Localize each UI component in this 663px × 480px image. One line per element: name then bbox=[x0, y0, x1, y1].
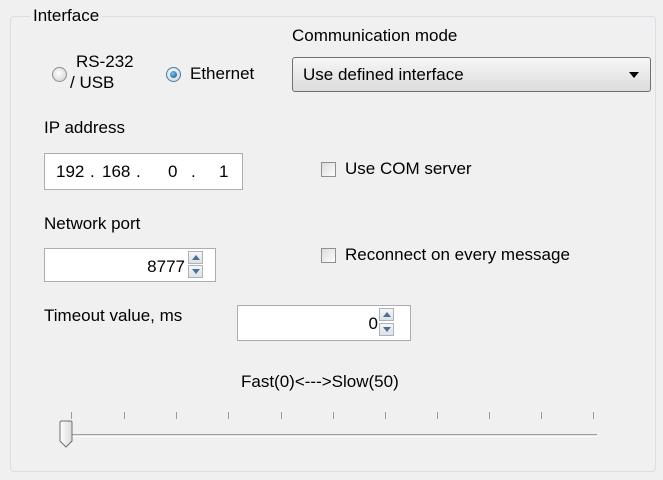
timeout-spin-down[interactable] bbox=[379, 323, 394, 336]
slider-tick bbox=[437, 412, 438, 419]
use-com-server-label: Use COM server bbox=[345, 159, 472, 178]
interface-group-title: Interface bbox=[30, 6, 103, 26]
network-port-input[interactable]: 8777 bbox=[44, 248, 216, 282]
ip-dot-1: . bbox=[90, 162, 95, 181]
communication-mode-dropdown[interactable]: Use defined interface bbox=[292, 57, 651, 92]
ip-address-input[interactable]: 192 . 168 . 0 . 1 bbox=[44, 153, 243, 190]
speed-slider-label: Fast(0)<--->Slow(50) bbox=[241, 372, 399, 391]
slider-tick bbox=[124, 412, 125, 419]
slider-tick bbox=[541, 412, 542, 419]
timeout-value: 0 bbox=[368, 314, 378, 333]
rs232-label-line2: / USB bbox=[70, 73, 115, 92]
spin-down-icon bbox=[383, 327, 391, 332]
use-com-server-checkbox[interactable] bbox=[321, 162, 336, 177]
spin-up-icon bbox=[383, 312, 391, 317]
slider-tick bbox=[593, 412, 594, 419]
timeout-label: Timeout value, ms bbox=[44, 306, 183, 325]
slider-tick bbox=[71, 412, 72, 419]
dropdown-arrow-icon bbox=[629, 72, 639, 78]
timeout-spin-up[interactable] bbox=[379, 308, 394, 321]
ethernet-radio[interactable] bbox=[166, 67, 181, 82]
communication-mode-label: Communication mode bbox=[292, 26, 458, 45]
spin-down-icon bbox=[192, 269, 200, 274]
network-port-spin-down[interactable] bbox=[188, 265, 203, 278]
slider-tick bbox=[489, 412, 490, 419]
reconnect-checkbox[interactable] bbox=[321, 248, 336, 263]
slider-thumb-icon[interactable] bbox=[59, 420, 73, 448]
network-port-value: 8777 bbox=[147, 257, 185, 276]
radio-checked-icon bbox=[170, 71, 177, 78]
reconnect-label: Reconnect on every message bbox=[345, 245, 570, 264]
ip-octet-1: 192 bbox=[56, 162, 85, 181]
rs232-usb-radio[interactable] bbox=[52, 67, 67, 82]
ip-octet-3: 0 bbox=[168, 162, 178, 181]
ip-address-label: IP address bbox=[44, 118, 125, 137]
speed-slider-track[interactable] bbox=[65, 434, 597, 437]
ip-dot-3: . bbox=[191, 162, 196, 181]
ip-dot-2: . bbox=[136, 162, 141, 181]
spin-up-icon bbox=[192, 255, 200, 260]
slider-tick bbox=[228, 412, 229, 419]
network-port-label: Network port bbox=[44, 214, 141, 233]
slider-tick bbox=[385, 412, 386, 419]
slider-tick bbox=[281, 412, 282, 419]
ip-octet-2: 168 bbox=[102, 162, 131, 181]
ip-octet-4: 1 bbox=[219, 162, 229, 181]
slider-tick bbox=[176, 412, 177, 419]
slider-tick bbox=[333, 412, 334, 419]
network-port-spinner bbox=[188, 251, 203, 278]
timeout-input[interactable]: 0 bbox=[237, 305, 411, 341]
network-port-spin-up[interactable] bbox=[188, 251, 203, 264]
timeout-spinner bbox=[379, 308, 394, 337]
rs232-label-line1: RS-232 bbox=[76, 52, 134, 71]
communication-mode-value: Use defined interface bbox=[303, 65, 464, 84]
ethernet-label: Ethernet bbox=[190, 64, 255, 83]
